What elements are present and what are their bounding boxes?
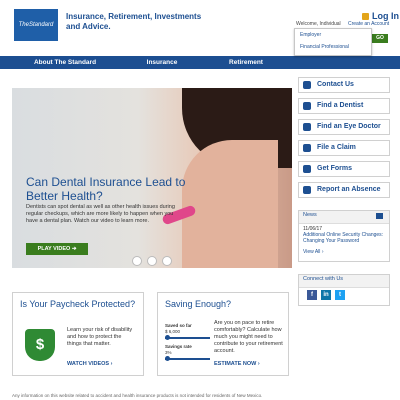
nav-insurance[interactable]: Insurance bbox=[124, 56, 200, 69]
news-date: 11/06/17 bbox=[303, 226, 323, 232]
sidebar-item-label: Get Forms bbox=[317, 165, 353, 172]
main-nav: About The Standard Insurance Retirement bbox=[0, 56, 400, 69]
estimate-now-label: ESTIMATE NOW bbox=[214, 361, 257, 367]
nav-about[interactable]: About The Standard bbox=[0, 56, 130, 69]
news-heading-label: News bbox=[303, 212, 317, 218]
saving-promo-card: Saving Enough? Saved so far $ 6,000 Savi… bbox=[157, 292, 289, 376]
go-button[interactable]: GO bbox=[372, 34, 388, 43]
sidebar-item-label: Report an Absence bbox=[317, 186, 381, 193]
create-account-link[interactable]: Create an Account bbox=[348, 21, 389, 27]
saved-so-far-slider[interactable] bbox=[165, 337, 210, 339]
site-tagline: Insurance, Retirement, Investments and A… bbox=[66, 12, 202, 31]
phone-icon bbox=[303, 81, 311, 89]
paycheck-promo-card: Is Your Paycheck Protected? $ Learn your… bbox=[12, 292, 144, 376]
login-link[interactable]: Log In bbox=[362, 11, 399, 21]
hero-title: Can Dental Insurance Lead to Better Heal… bbox=[26, 175, 186, 203]
chevron-right-icon: › bbox=[110, 361, 113, 367]
sidebar-item-find-dentist[interactable]: Find a Dentist bbox=[298, 98, 390, 114]
saved-so-far-label: Saved so far bbox=[165, 323, 192, 328]
hero-face-shape bbox=[182, 140, 278, 268]
estimate-now-link[interactable]: ESTIMATE NOW › bbox=[214, 361, 260, 367]
role-dropdown-menu: Employer Financial Professional bbox=[294, 28, 372, 56]
view-all-news-link[interactable]: View All › bbox=[299, 244, 389, 260]
site-logo[interactable]: TheStandard bbox=[14, 9, 58, 41]
sidebar-item-label: File a Claim bbox=[317, 144, 356, 151]
forms-icon bbox=[303, 165, 311, 173]
role-selector[interactable]: Welcome, Individual bbox=[296, 21, 341, 27]
login-label: Log In bbox=[372, 11, 399, 21]
sidebar-item-label: Find an Eye Doctor bbox=[317, 123, 381, 130]
savings-rate-value: 3% bbox=[165, 350, 172, 355]
saving-promo-title: Saving Enough? bbox=[165, 299, 232, 309]
connect-heading: Connect with Us bbox=[299, 275, 389, 288]
linkedin-icon[interactable]: in bbox=[321, 290, 331, 300]
sidebar-item-report-absence[interactable]: Report an Absence bbox=[298, 182, 390, 198]
nav-retirement[interactable]: Retirement bbox=[206, 56, 286, 69]
news-panel: News 11/06/17 Additional Online Security… bbox=[298, 210, 390, 262]
connect-panel: Connect with Us f in t bbox=[298, 274, 390, 306]
sidebar-item-label: Contact Us bbox=[317, 81, 354, 88]
chevron-right-icon: › bbox=[321, 249, 324, 255]
sidebar-item-file-claim[interactable]: File a Claim bbox=[298, 140, 390, 156]
saving-promo-text: Are you on pace to retire comfortably? C… bbox=[214, 320, 283, 354]
tooth-icon bbox=[303, 102, 311, 110]
saved-so-far-value: $ 6,000 bbox=[165, 329, 181, 334]
carousel-dot-1[interactable] bbox=[132, 256, 142, 266]
sidebar-item-contact-us[interactable]: Contact Us bbox=[298, 77, 390, 93]
play-video-button[interactable]: PLAY VIDEO ➔ bbox=[26, 243, 88, 255]
rss-icon[interactable] bbox=[376, 213, 383, 219]
sidebar-item-get-forms[interactable]: Get Forms bbox=[298, 161, 390, 177]
eye-icon bbox=[303, 123, 311, 131]
facebook-icon[interactable]: f bbox=[307, 290, 317, 300]
sidebar-item-label: Find a Dentist bbox=[317, 102, 364, 109]
hero-body: Dentists can spot dental as well as othe… bbox=[26, 204, 175, 224]
chevron-right-icon: › bbox=[257, 361, 260, 367]
watch-videos-label: WATCH VIDEOS bbox=[67, 361, 110, 367]
savings-rate-knob[interactable] bbox=[165, 356, 170, 361]
carousel-dot-2[interactable] bbox=[147, 256, 157, 266]
lock-icon bbox=[362, 13, 369, 21]
view-all-label: View All bbox=[303, 249, 321, 255]
paycheck-promo-text: Learn your risk of disability and how to… bbox=[67, 327, 133, 347]
sidebar-item-find-eye-doctor[interactable]: Find an Eye Doctor bbox=[298, 119, 390, 135]
carousel-dot-3[interactable] bbox=[162, 256, 172, 266]
saved-so-far-knob[interactable] bbox=[165, 335, 170, 340]
watch-videos-link[interactable]: WATCH VIDEOS › bbox=[67, 361, 112, 367]
play-video-label: PLAY VIDEO bbox=[37, 246, 71, 252]
news-heading: News bbox=[299, 211, 389, 224]
savings-rate-slider[interactable] bbox=[165, 358, 210, 360]
role-option-employer[interactable]: Employer bbox=[295, 29, 371, 41]
paycheck-promo-title: Is Your Paycheck Protected? bbox=[20, 299, 136, 309]
footer-disclaimer: Any information on this website related … bbox=[12, 393, 263, 398]
dollar-shield-icon: $ bbox=[25, 329, 55, 361]
chevron-right-icon: ➔ bbox=[71, 246, 77, 252]
role-option-financial-professional[interactable]: Financial Professional bbox=[295, 41, 371, 53]
twitter-icon[interactable]: t bbox=[335, 290, 345, 300]
news-headline-link[interactable]: Additional Online Security Changes: Chan… bbox=[299, 232, 389, 244]
savings-rate-label: Savings rate bbox=[165, 344, 192, 349]
calendar-icon bbox=[303, 186, 311, 194]
role-selector-value: Welcome, Individual bbox=[296, 21, 341, 27]
document-icon bbox=[303, 144, 311, 152]
